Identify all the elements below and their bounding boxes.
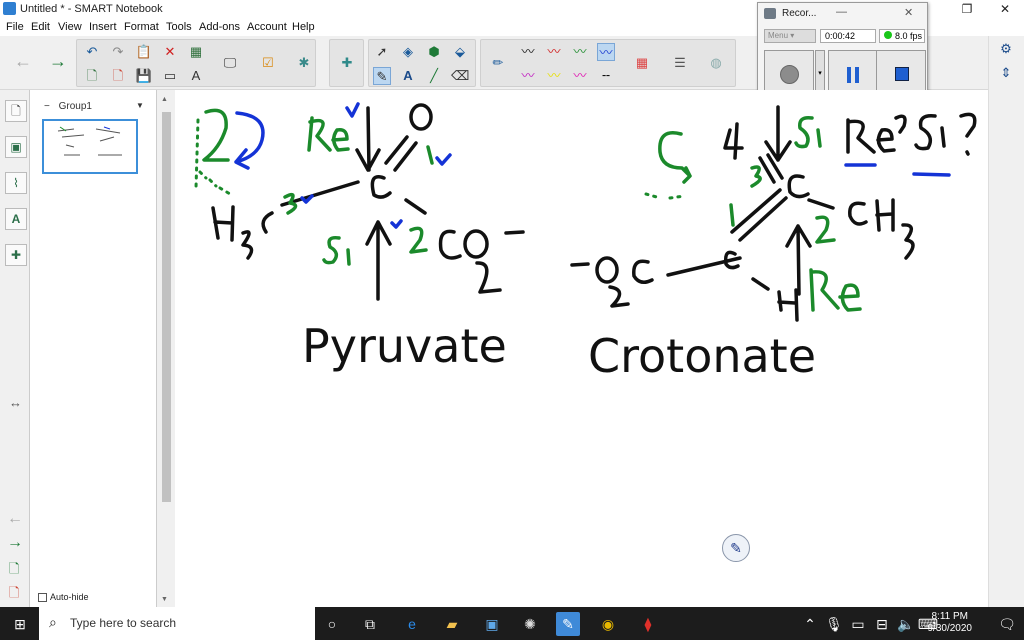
question-si-mark xyxy=(959,112,977,156)
ch3-c xyxy=(848,201,868,226)
co2-subscript-2 xyxy=(475,261,502,294)
co2-minus xyxy=(504,230,525,235)
question-underlines xyxy=(844,163,951,177)
si-label-s xyxy=(322,235,341,265)
clock-date: 9/30/2020 xyxy=(927,623,973,634)
taskbar: ⊞ ⌕ Type here to search ○ ⧉ e ▰ ▣ ✺ ✎ ◉ … xyxy=(0,607,1024,640)
oxygen xyxy=(409,103,433,131)
priority-3 xyxy=(750,165,762,188)
ch3-subscript-3 xyxy=(901,223,915,260)
attack-arrow-bottom xyxy=(365,220,392,301)
edge-icon[interactable]: e xyxy=(400,612,424,636)
co2-subscript-2 xyxy=(608,285,630,308)
floating-pen-icon[interactable]: ✎ xyxy=(722,534,750,562)
carbonyl-carbon xyxy=(370,175,392,199)
question-si-s xyxy=(914,114,937,151)
priority-2-right xyxy=(409,226,428,254)
re-si-question xyxy=(846,112,977,156)
dotted-trace xyxy=(644,192,686,200)
priority-2-top xyxy=(202,108,230,162)
store-icon[interactable]: ▣ xyxy=(480,612,504,636)
co2-minus xyxy=(570,262,590,267)
si-label-i xyxy=(816,128,822,148)
bond-c-co2 xyxy=(404,198,427,215)
priority-1-mark xyxy=(435,153,452,166)
double-bond-main xyxy=(730,188,788,242)
cortana-icon[interactable]: ○ xyxy=(320,612,344,636)
pyruvate-label: Pyruvate xyxy=(302,319,507,373)
smart-notebook-taskbar-icon[interactable]: ✎ xyxy=(556,612,580,636)
taskbar-search[interactable]: ⌕ Type here to search xyxy=(39,607,315,640)
h3c-subscript-3 xyxy=(241,230,254,260)
chrome-icon[interactable]: ◉ xyxy=(596,612,620,636)
co2-o xyxy=(463,229,489,259)
clock-time: 8:11 PM xyxy=(931,611,969,622)
volume-icon[interactable]: 🔈 xyxy=(894,612,918,636)
h3c-c xyxy=(261,211,274,234)
tray-overflow-icon[interactable]: ⌃ xyxy=(798,612,822,636)
co2-o xyxy=(595,256,619,284)
file-explorer-icon[interactable]: ▰ xyxy=(440,612,464,636)
co2-c xyxy=(632,259,654,284)
question-re-e xyxy=(876,127,896,153)
question-re-r xyxy=(846,118,876,154)
crotonate-structure xyxy=(570,105,915,322)
priority-1 xyxy=(729,203,735,227)
bond-to-ch3 xyxy=(807,198,835,210)
rotation-arrow xyxy=(234,111,265,170)
attack-arrow-top xyxy=(764,105,792,162)
ch3-h xyxy=(875,198,895,232)
alkene-carbon-1 xyxy=(787,174,810,199)
network-icon[interactable]: ⊟ xyxy=(870,612,894,636)
question-si-i xyxy=(940,126,946,148)
pyruvate-structure xyxy=(211,103,525,301)
crotonate-label: Crotonate xyxy=(588,329,816,383)
underline-si xyxy=(912,172,951,177)
double-bond-o xyxy=(384,135,418,172)
question-re-mark xyxy=(894,114,907,134)
h-bottom xyxy=(777,288,799,322)
re-check-mark xyxy=(345,102,360,118)
si-label-i xyxy=(346,248,351,266)
h-top xyxy=(723,122,744,160)
task-view-icon[interactable]: ⧉ xyxy=(358,612,382,636)
battery-icon[interactable]: ▭ xyxy=(846,612,870,636)
h3c-h xyxy=(211,205,235,242)
co2-c xyxy=(438,229,462,260)
re-label-e xyxy=(838,283,862,312)
acrobat-icon[interactable]: ⧫ xyxy=(636,612,660,636)
re-label-e xyxy=(331,127,350,152)
ink-layer: Pyruvate Crotonate xyxy=(194,102,977,383)
microphone-icon[interactable]: 🎙 xyxy=(822,612,846,636)
search-placeholder: Type here to search xyxy=(70,616,177,630)
notifications-icon[interactable]: 🗨 xyxy=(995,612,1019,636)
priority-1 xyxy=(426,145,434,165)
bond-to-h xyxy=(751,277,770,291)
paint-icon[interactable]: ✺ xyxy=(518,612,542,636)
si-label-s xyxy=(794,115,814,149)
priority-2 xyxy=(815,215,836,244)
attack-arrow-bottom xyxy=(785,224,812,296)
re-label-r xyxy=(307,116,332,152)
system-clock[interactable]: 8:11 PM 9/30/2020 xyxy=(928,611,973,635)
attack-arrow-top xyxy=(355,106,381,172)
search-icon: ⌕ xyxy=(49,614,57,630)
re-label-r xyxy=(809,268,840,312)
windows-start-icon[interactable]: ⊞ xyxy=(8,612,32,636)
priority-2-mark xyxy=(390,219,403,229)
c-rotation-arrow xyxy=(658,131,692,184)
